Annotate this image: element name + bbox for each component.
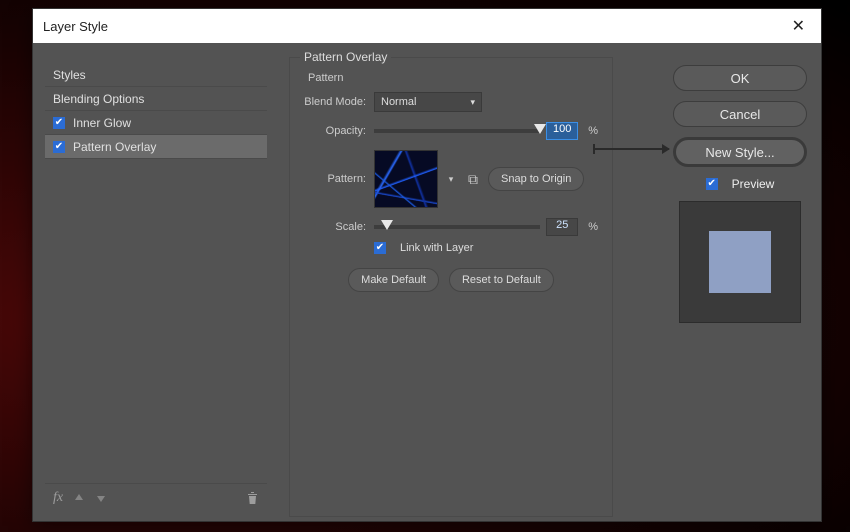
default-buttons-row: Make Default Reset to Default <box>304 268 598 292</box>
style-item-pattern-overlay[interactable]: ✔ Pattern Overlay <box>45 135 267 159</box>
checkbox-icon[interactable]: ✔ <box>374 242 386 254</box>
blend-mode-label: Blend Mode: <box>304 96 366 108</box>
scale-row: Scale: 25 % <box>304 218 598 236</box>
pattern-field-label: Pattern: <box>304 173 366 185</box>
chevron-down-icon[interactable]: ▾ <box>444 172 458 186</box>
group-title: Pattern Overlay <box>300 50 391 64</box>
slider-thumb-icon[interactable] <box>534 124 546 134</box>
styles-list-panel: Styles Blending Options ✔ Inner Glow ✔ P… <box>45 63 267 511</box>
checkbox-icon[interactable]: ✔ <box>53 117 65 129</box>
create-new-preset-icon[interactable]: ⧉ <box>468 171 478 188</box>
checkbox-icon[interactable]: ✔ <box>706 178 718 190</box>
cancel-button[interactable]: Cancel <box>673 101 807 127</box>
fx-icon[interactable]: fx <box>53 490 63 506</box>
style-item-label: Pattern Overlay <box>73 140 156 154</box>
link-with-layer-row: ✔ Link with Layer <box>374 242 598 254</box>
move-up-icon[interactable] <box>73 492 85 504</box>
titlebar: Layer Style ✕ <box>33 9 821 43</box>
make-default-button[interactable]: Make Default <box>348 268 439 292</box>
styles-list-footer: fx <box>45 483 267 511</box>
blend-mode-select[interactable]: Normal ▾ <box>374 92 482 112</box>
scale-field[interactable]: 25 <box>546 218 578 236</box>
dialog-body: Styles Blending Options ✔ Inner Glow ✔ P… <box>33 43 821 521</box>
scale-label: Scale: <box>304 221 366 233</box>
style-item-label: Inner Glow <box>73 116 131 130</box>
annotation-arrow-icon <box>595 148 669 150</box>
right-panel: OK Cancel New Style... ✔ Preview <box>673 65 807 323</box>
preview-swatch <box>709 231 771 293</box>
pattern-overlay-panel: Pattern Overlay Pattern Blend Mode: Norm… <box>289 57 613 517</box>
close-icon[interactable]: ✕ <box>786 14 811 38</box>
styles-header-label: Styles <box>53 68 86 82</box>
preview-toggle[interactable]: ✔ Preview <box>673 177 807 191</box>
chevron-down-icon: ▾ <box>470 97 475 108</box>
snap-to-origin-button[interactable]: Snap to Origin <box>488 167 584 191</box>
layer-style-dialog: Layer Style ✕ Styles Blending Options ✔ … <box>32 8 822 522</box>
pattern-swatch[interactable] <box>374 150 438 208</box>
ok-button[interactable]: OK <box>673 65 807 91</box>
reset-to-default-button[interactable]: Reset to Default <box>449 268 554 292</box>
slider-thumb-icon[interactable] <box>381 220 393 230</box>
link-with-layer-label: Link with Layer <box>400 242 473 254</box>
new-style-button[interactable]: New Style... <box>673 137 807 167</box>
opacity-field[interactable]: 100 <box>546 122 578 140</box>
blend-mode-value: Normal <box>381 96 416 108</box>
style-item-inner-glow[interactable]: ✔ Inner Glow <box>45 111 267 135</box>
dialog-title: Layer Style <box>43 19 108 34</box>
blend-mode-row: Blend Mode: Normal ▾ <box>304 92 598 112</box>
preview-label: Preview <box>732 177 775 191</box>
styles-header[interactable]: Styles <box>45 63 267 87</box>
opacity-slider[interactable] <box>374 129 540 133</box>
opacity-label: Opacity: <box>304 125 366 137</box>
opacity-row: Opacity: 100 % <box>304 122 598 140</box>
checkbox-icon[interactable]: ✔ <box>53 141 65 153</box>
trash-icon[interactable] <box>246 491 259 505</box>
pattern-row: Pattern: ▾ ⧉ Snap to Origin <box>304 150 598 208</box>
preview-thumbnail <box>679 201 801 323</box>
blending-options[interactable]: Blending Options <box>45 87 267 111</box>
scale-slider[interactable] <box>374 225 540 229</box>
scale-unit: % <box>588 221 598 233</box>
opacity-unit: % <box>588 125 598 137</box>
move-down-icon[interactable] <box>95 492 107 504</box>
blending-options-label: Blending Options <box>53 92 144 106</box>
pattern-form: Blend Mode: Normal ▾ Opacity: 100 % <box>290 84 612 292</box>
